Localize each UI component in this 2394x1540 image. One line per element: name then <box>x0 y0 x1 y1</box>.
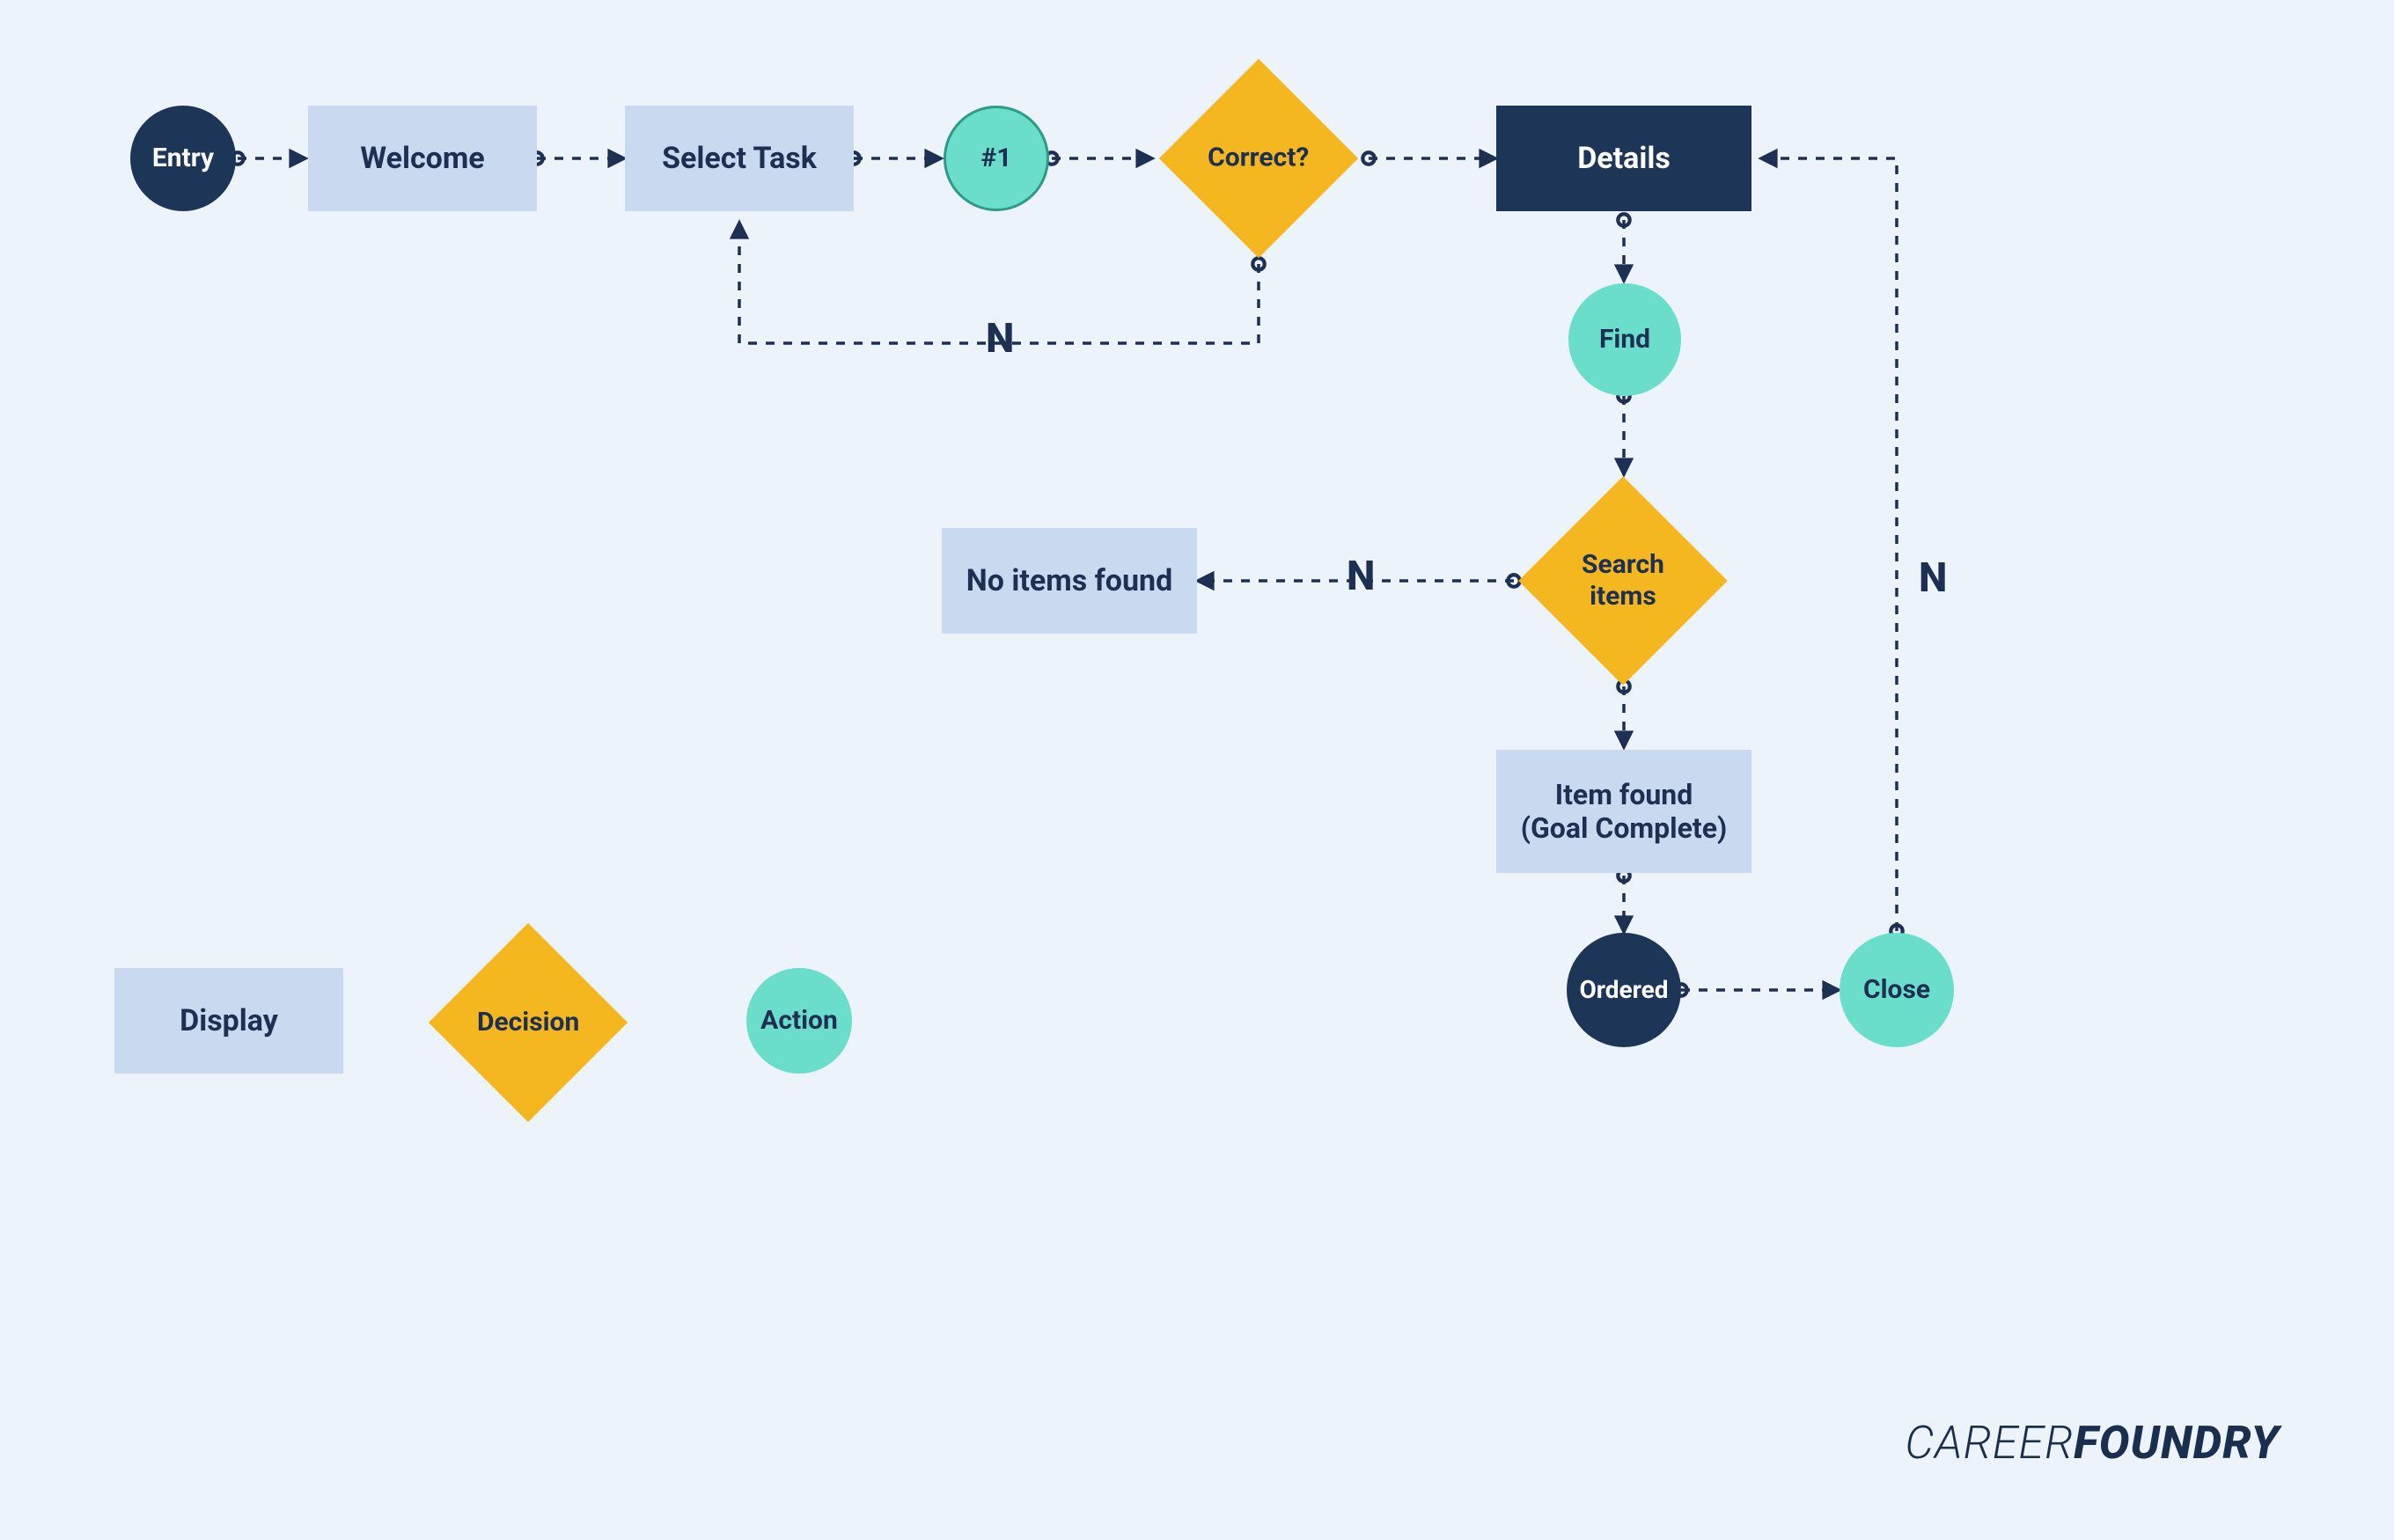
node-correct-label: Correct? <box>1208 143 1309 174</box>
node-details: Details <box>1496 106 1751 211</box>
node-welcome: Welcome <box>308 106 537 211</box>
node-ordered-label: Ordered <box>1579 975 1668 1005</box>
node-entry: Entry <box>130 106 236 211</box>
node-hash1-label: #1 <box>981 143 1012 174</box>
node-details-label: Details <box>1577 141 1671 177</box>
legend-action-label: Action <box>760 1005 838 1037</box>
node-welcome-label: Welcome <box>360 141 484 177</box>
legend-display: Display <box>114 968 343 1074</box>
brand-part2: FOUNDRY <box>2074 1416 2280 1470</box>
node-item-found-label: Item found (Goal Complete) <box>1521 778 1727 846</box>
node-select-task-label: Select Task <box>662 141 817 177</box>
node-ordered: Ordered <box>1567 933 1681 1047</box>
connectors-layer <box>0 0 2394 1540</box>
legend-display-label: Display <box>180 1003 278 1039</box>
edge-label-n-search: N <box>1347 553 1375 600</box>
node-hash1: #1 <box>944 106 1049 211</box>
node-close-label: Close <box>1863 974 1930 1006</box>
flowchart-canvas: Entry Welcome Select Task #1 Correct? De… <box>0 0 2394 1540</box>
node-find-label: Find <box>1599 324 1650 356</box>
node-entry-label: Entry <box>152 143 214 174</box>
node-no-items-label: No items found <box>966 563 1172 599</box>
brand-part1: CAREER <box>1905 1416 2074 1470</box>
node-select-task: Select Task <box>625 106 854 211</box>
node-search-items-label: Search items <box>1582 549 1664 612</box>
node-find: Find <box>1568 283 1681 396</box>
edge-label-n-close: N <box>1919 554 1947 602</box>
node-item-found: Item found (Goal Complete) <box>1496 750 1751 873</box>
edge-label-n-correct: N <box>986 315 1014 363</box>
node-no-items: No items found <box>942 528 1197 634</box>
node-close: Close <box>1840 933 1954 1047</box>
brand-logo: CAREERFOUNDRY <box>1905 1416 2280 1470</box>
legend-action: Action <box>746 968 852 1074</box>
legend-decision-label: Decision <box>477 1007 579 1038</box>
